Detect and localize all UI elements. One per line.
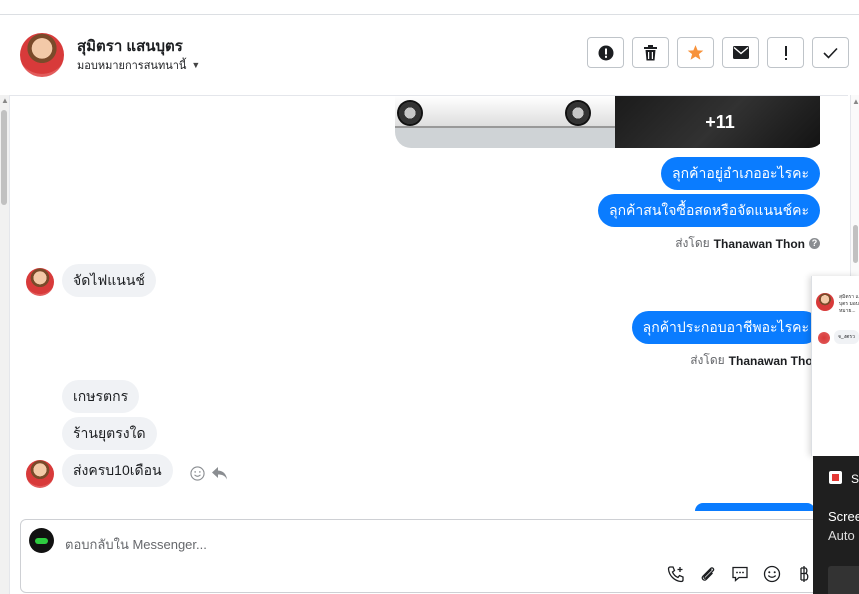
notification-title: Scree bbox=[828, 509, 859, 524]
star-button[interactable] bbox=[677, 37, 714, 68]
outgoing-message[interactable]: ลุกค้าอยู่อำเภออะไรคะ bbox=[661, 157, 820, 190]
scroll-up-arrow-icon[interactable]: ▲ bbox=[1, 97, 9, 105]
photo-attachment[interactable]: +11 bbox=[395, 96, 820, 148]
payment-button[interactable] bbox=[794, 564, 814, 584]
outgoing-message[interactable]: ลุกค้าสนใจซื้อสดหรือจัดแนนช์คะ bbox=[598, 194, 820, 227]
smiley-icon bbox=[763, 565, 781, 583]
paperclip-icon bbox=[701, 567, 715, 581]
caret-down-icon: ▼ bbox=[191, 60, 201, 70]
preview-avatar-small bbox=[818, 332, 830, 344]
reply-icon[interactable] bbox=[211, 466, 228, 481]
composer-toolbar bbox=[666, 564, 814, 584]
notification-body: Auto bbox=[828, 528, 855, 543]
incoming-message[interactable]: จัดไฟแนนช์ bbox=[62, 264, 156, 297]
report-button[interactable] bbox=[587, 37, 624, 68]
message-thread[interactable]: +11 ลุกค้าอยู่อำเภออะไรคะ ลุกค้าสนใจซื้อ… bbox=[10, 96, 820, 510]
preview-text: สุมิตรา แสนบุตร มอบหมาย... bbox=[839, 294, 859, 314]
incoming-message[interactable]: เกษรตกร bbox=[62, 380, 140, 413]
car-photo[interactable] bbox=[395, 96, 615, 148]
sent-by-name[interactable]: Thanawan Thon bbox=[714, 237, 805, 251]
attach-button[interactable] bbox=[698, 564, 718, 584]
reply-composer: ตอบกลับใน Messenger... bbox=[20, 519, 820, 593]
scrollbar-thumb[interactable] bbox=[1, 110, 7, 205]
sent-by-label: ส่งโดย Thanawan Thon ? bbox=[675, 234, 820, 253]
reply-input[interactable]: ตอบกลับใน Messenger... bbox=[65, 534, 207, 555]
page-logo bbox=[35, 537, 48, 544]
car-wheel bbox=[397, 100, 423, 126]
conversation-actions bbox=[587, 37, 849, 68]
emoji-button[interactable] bbox=[762, 564, 782, 584]
mark-unread-button[interactable] bbox=[722, 37, 759, 68]
scroll-up-arrow-icon[interactable]: ▲ bbox=[852, 97, 859, 106]
notification-app-name: S bbox=[851, 472, 859, 486]
preview-message: จ_งตรว bbox=[834, 330, 859, 344]
outgoing-message[interactable]: ลุกค้าประกอบอาชีพอะไรคะ bbox=[631, 311, 820, 344]
car-wheel bbox=[565, 100, 591, 126]
star-icon bbox=[687, 45, 704, 60]
call-button[interactable] bbox=[666, 564, 686, 584]
chat-preview-popup[interactable]: สุมิตรา แสนบุตร มอบหมาย... จ_งตรว bbox=[811, 276, 859, 456]
contact-name[interactable]: สุมิตรา แสนบุตร bbox=[77, 34, 183, 58]
notification-action-button[interactable] bbox=[828, 566, 859, 594]
envelope-icon bbox=[732, 46, 749, 59]
assign-conversation-dropdown[interactable]: มอบหมายการสนทนานี้ ▼ bbox=[77, 56, 200, 74]
contact-avatar[interactable] bbox=[20, 33, 64, 77]
partial-outgoing-message bbox=[695, 503, 815, 511]
trash-icon bbox=[644, 44, 657, 60]
contact-avatar-small[interactable] bbox=[26, 460, 54, 488]
sent-by-prefix: ส่งโดย bbox=[690, 353, 725, 367]
delete-button[interactable] bbox=[632, 37, 669, 68]
message-box-icon bbox=[732, 566, 748, 582]
exclamation-circle-icon bbox=[598, 45, 613, 60]
sent-by-name[interactable]: Thanawan Thon bbox=[729, 354, 820, 368]
exclamation-icon bbox=[784, 45, 787, 60]
top-bar bbox=[0, 0, 859, 15]
phone-plus-icon bbox=[667, 566, 684, 583]
page-avatar bbox=[29, 528, 54, 553]
assign-label: มอบหมายการสนทนานี้ bbox=[77, 60, 187, 72]
screenshot-notification[interactable]: S Scree Auto bbox=[813, 456, 859, 594]
left-scrollbar[interactable]: ▲ bbox=[0, 95, 10, 594]
car-interior-photo[interactable]: +11 bbox=[615, 96, 820, 148]
sent-by-label: ส่งโดย Thanawan Thon bbox=[690, 351, 820, 370]
snipping-tool-icon bbox=[829, 471, 842, 484]
baht-icon bbox=[800, 566, 809, 582]
done-button[interactable] bbox=[812, 37, 849, 68]
important-button[interactable] bbox=[767, 37, 804, 68]
contact-avatar-small[interactable] bbox=[26, 268, 54, 296]
conversation-header: สุมิตรา แสนบุตร มอบหมายการสนทนานี้ ▼ bbox=[10, 15, 849, 96]
checkmark-icon bbox=[823, 47, 838, 59]
sent-by-prefix: ส่งโดย bbox=[675, 236, 710, 250]
scrollbar-thumb[interactable] bbox=[853, 225, 858, 263]
incoming-message[interactable]: ร้านยุตรงใด bbox=[62, 417, 157, 450]
saved-replies-button[interactable] bbox=[730, 564, 750, 584]
question-icon[interactable]: ? bbox=[809, 238, 820, 249]
incoming-message[interactable]: ส่งครบ10เดือน bbox=[62, 454, 173, 487]
more-photos-count[interactable]: +11 bbox=[615, 96, 820, 148]
message-actions bbox=[190, 466, 228, 481]
preview-avatar bbox=[816, 293, 834, 311]
smiley-icon[interactable] bbox=[190, 466, 205, 481]
